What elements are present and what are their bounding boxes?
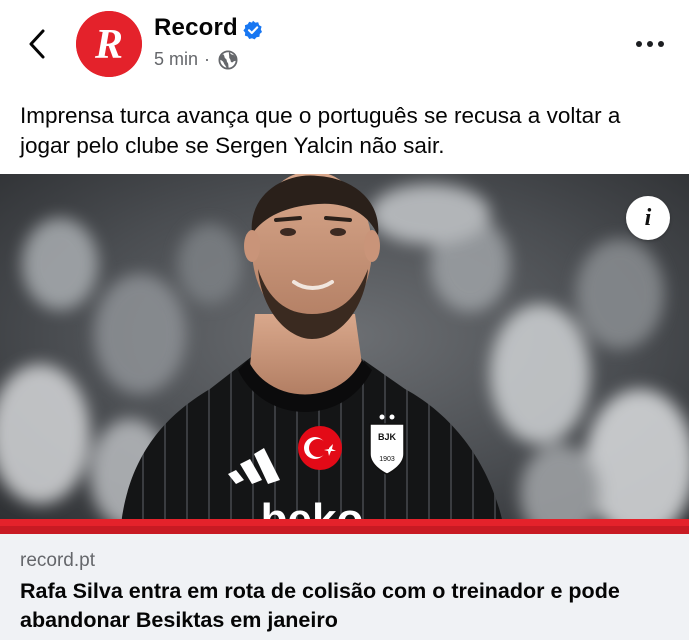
record-logo-icon: R: [76, 11, 142, 77]
more-dot: [647, 41, 653, 47]
link-domain: record.pt: [20, 550, 95, 571]
svg-text:1903: 1903: [379, 456, 395, 463]
post-time[interactable]: 5 min: [154, 49, 198, 70]
svg-text:BJK: BJK: [378, 432, 397, 442]
besiktas-crest: BJK 1903: [369, 414, 405, 475]
page-avatar[interactable]: R: [76, 11, 142, 77]
globe-icon: [218, 49, 238, 70]
info-button[interactable]: i: [626, 196, 670, 240]
back-button[interactable]: [22, 24, 52, 64]
post-text: Imprensa turca avança que o português se…: [20, 103, 621, 158]
meta-separator: ·: [204, 49, 211, 69]
svg-text:R: R: [94, 22, 123, 68]
more-options-button[interactable]: [633, 30, 667, 58]
post-image[interactable]: BJK 1903 beko: [0, 174, 689, 534]
page-name[interactable]: Record: [154, 14, 238, 42]
post-meta: 5 min ·: [154, 49, 238, 70]
verified-badge-icon: [243, 20, 262, 40]
chevron-left-icon: [29, 29, 45, 59]
turkish-flag-icon: [298, 426, 342, 470]
player-photo: BJK 1903 beko: [0, 174, 689, 534]
more-dot: [636, 41, 642, 47]
post-header: R Record 5 min ·: [0, 0, 689, 92]
more-dot: [658, 41, 664, 47]
facebook-post: R Record 5 min · Imprensa turca avança q…: [0, 0, 689, 640]
link-preview[interactable]: record.pt Rafa Silva entra em rota de co…: [0, 534, 689, 640]
link-title: Rafa Silva entra em rota de colisão com …: [20, 579, 620, 632]
